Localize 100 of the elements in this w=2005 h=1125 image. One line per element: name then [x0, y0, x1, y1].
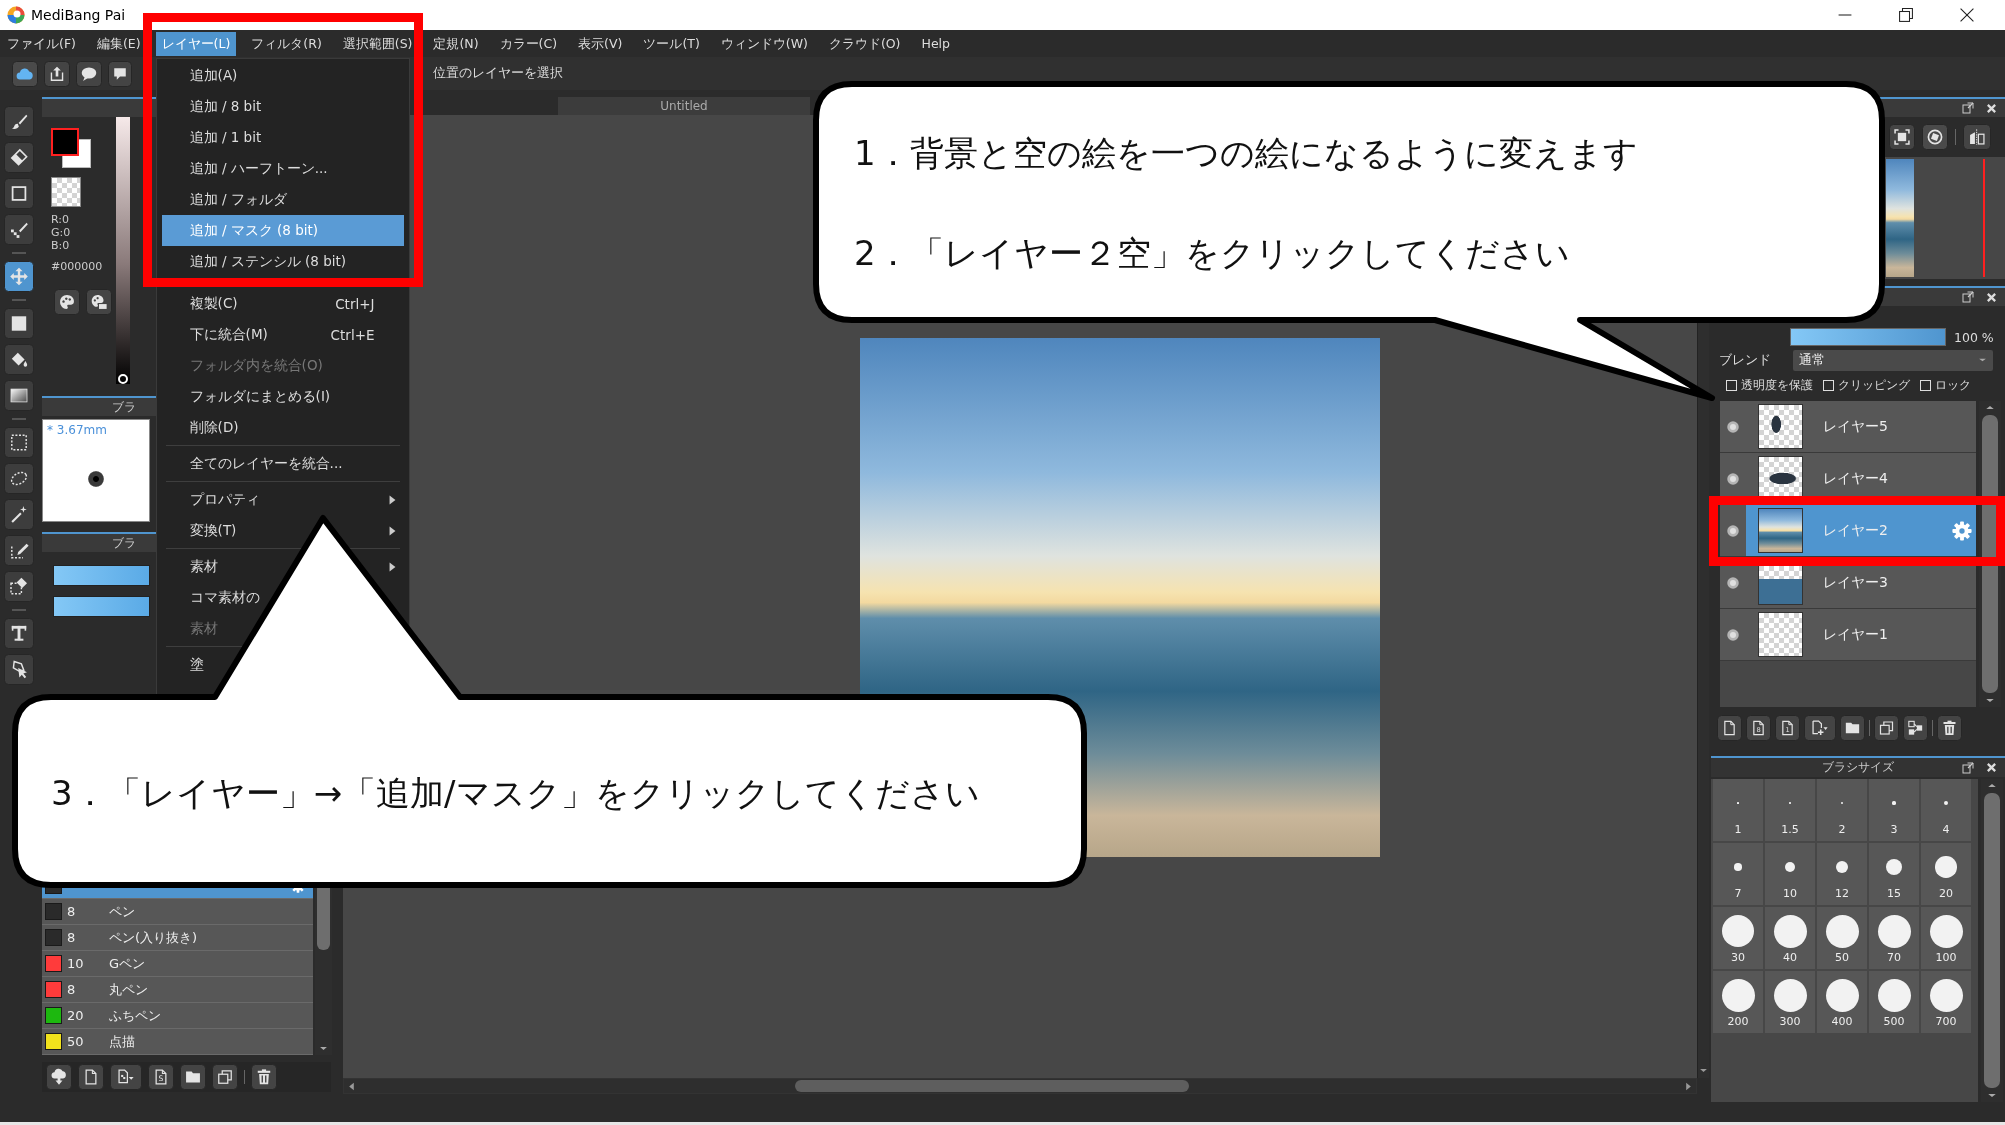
folder-icon[interactable]	[180, 1064, 206, 1090]
transparent-color-swatch[interactable]	[51, 177, 81, 207]
selection-pen-icon[interactable]	[4, 535, 34, 566]
brush-size-cell[interactable]: 500	[1869, 971, 1919, 1033]
restore-icon[interactable]	[1899, 8, 1913, 22]
scroll-down-arrow-icon[interactable]	[1699, 1067, 1708, 1074]
brush-size-cell[interactable]: 20	[1921, 843, 1971, 905]
menu-option[interactable]: 追加 / ステンシル (8 bit)	[161, 246, 405, 277]
eraser-icon[interactable]	[4, 142, 34, 173]
menu-item[interactable]: ツール(T)	[637, 31, 706, 56]
copy-icon[interactable]	[212, 1064, 238, 1090]
share-icon[interactable]	[44, 60, 70, 87]
menu-option[interactable]: フォルダにまとめる(I)	[161, 381, 405, 412]
brush-size-cell[interactable]: 70	[1869, 907, 1919, 969]
fit-screen-icon[interactable]	[1889, 124, 1915, 150]
brush-row[interactable]: 50 点描	[42, 1029, 313, 1055]
popout-icon[interactable]	[1962, 291, 1974, 303]
text-tool-icon[interactable]	[4, 618, 34, 649]
palette-settings-icon[interactable]	[86, 289, 112, 315]
brush-row[interactable]: 20 ふちペン	[42, 1003, 313, 1029]
foreground-background-color-icon[interactable]	[51, 128, 91, 168]
menu-item[interactable]: ウィンドウ(W)	[714, 31, 814, 56]
scroll-down-arrow-icon[interactable]	[1985, 697, 1995, 704]
brush-size-cell[interactable]: 300	[1765, 971, 1815, 1033]
scroll-down-arrow-icon[interactable]	[319, 1045, 328, 1052]
brush-size-cell[interactable]: 15	[1869, 843, 1919, 905]
brush-size-cell[interactable]: 12	[1817, 843, 1867, 905]
menu-option[interactable]: 全てのレイヤーを統合...	[161, 448, 405, 479]
lasso-icon[interactable]	[4, 463, 34, 494]
brush-size-cell[interactable]: 1.5	[1765, 779, 1815, 841]
checkbox-label[interactable]: ロック	[1935, 376, 1971, 394]
copy-icon[interactable]	[1874, 715, 1899, 741]
brush-size-cell[interactable]: 30	[1713, 907, 1763, 969]
menu-item[interactable]: フィルタ(R)	[245, 31, 328, 56]
brush-icon[interactable]	[4, 106, 34, 137]
brush-size-cell[interactable]: 3	[1869, 779, 1919, 841]
brightness-slider[interactable]	[116, 117, 130, 384]
layer-row[interactable]: レイヤー1	[1720, 609, 1976, 661]
pointer-icon[interactable]	[4, 654, 34, 685]
menu-item[interactable]: Help	[915, 31, 956, 56]
bucket-icon[interactable]	[4, 344, 34, 375]
menu-option[interactable]: 追加 / 8 bit	[161, 91, 405, 122]
blend-dropdown[interactable]: 通常	[1793, 349, 1993, 371]
flip-icon[interactable]	[1963, 124, 1991, 150]
gear-icon[interactable]	[1952, 520, 1972, 541]
brush-row[interactable]: 10 Gペン	[42, 951, 313, 977]
checkbox[interactable]	[1920, 379, 1931, 391]
menu-option[interactable]: 下に統合(M) Ctrl+E	[161, 319, 405, 350]
menu-item[interactable]: 表示(V)	[572, 31, 629, 56]
visibility-dot-icon[interactable]	[1727, 524, 1739, 537]
checkbox-label[interactable]: クリッピング	[1838, 376, 1910, 394]
magic-wand-icon[interactable]	[4, 499, 34, 530]
page-dropdown-icon[interactable]	[110, 1064, 142, 1090]
close-icon[interactable]	[1960, 8, 1974, 22]
dot-pen-icon[interactable]	[4, 214, 34, 245]
menu-item[interactable]: 定規(N)	[427, 31, 485, 56]
scroll-up-arrow-icon[interactable]	[1987, 782, 1997, 789]
layer-row[interactable]: レイヤー5	[1720, 401, 1976, 453]
horizontal-scrollbar[interactable]	[343, 1078, 1697, 1094]
brush-size-cell[interactable]: 700	[1921, 971, 1971, 1033]
trash-icon[interactable]	[251, 1064, 277, 1090]
visibility-dot-icon[interactable]	[1727, 472, 1739, 485]
rectangle-icon[interactable]	[4, 178, 34, 209]
brush-row[interactable]: 8 ペン(入り抜き)	[42, 925, 313, 951]
add-page-icon[interactable]	[1804, 715, 1836, 741]
brush-size-cell[interactable]: 1	[1713, 779, 1763, 841]
speech-bubble-icon[interactable]	[76, 60, 102, 87]
menu-item[interactable]: 選択範囲(S)	[336, 31, 419, 56]
popout-icon[interactable]	[1962, 102, 1974, 114]
brush-size-cell[interactable]: 7	[1713, 843, 1763, 905]
brush-row[interactable]: 8 丸ペン	[42, 977, 313, 1003]
brush-size-cell[interactable]: 10	[1765, 843, 1815, 905]
trash-icon[interactable]	[1937, 715, 1962, 741]
scroll-down-arrow-icon[interactable]	[1987, 1092, 1997, 1099]
menu-option[interactable]: プロパティ	[161, 484, 405, 515]
visibility-dot-icon[interactable]	[1727, 628, 1739, 641]
brush-size-cell[interactable]: 4	[1921, 779, 1971, 841]
checkbox[interactable]	[1726, 379, 1737, 391]
scrollbar-thumb[interactable]	[795, 1080, 1189, 1092]
menu-item[interactable]: カラー(C)	[493, 31, 564, 56]
scroll-right-arrow-icon[interactable]	[1685, 1081, 1692, 1091]
menu-option[interactable]: 素材	[161, 551, 405, 582]
menu-item[interactable]: 編集(E)	[90, 31, 147, 56]
slider-handle-icon[interactable]	[118, 374, 128, 384]
scroll-up-arrow-icon[interactable]	[1985, 404, 1995, 411]
page-icon[interactable]	[78, 1064, 104, 1090]
menu-option[interactable]: 追加 / ハーフトーン...	[161, 153, 405, 184]
selection-eraser-icon[interactable]	[4, 571, 34, 602]
document-tab[interactable]: Untitled	[558, 97, 810, 115]
brush-row[interactable]: 8 ペン	[42, 899, 313, 925]
filled-square-icon[interactable]	[4, 308, 34, 339]
visibility-dot-icon[interactable]	[1727, 420, 1739, 433]
menu-option[interactable]: 追加(A)	[161, 60, 405, 91]
menu-option[interactable]: 削除(D)	[161, 412, 405, 443]
visibility-dot-icon[interactable]	[1727, 576, 1739, 589]
palette-icon[interactable]	[54, 289, 80, 315]
rotate-icon[interactable]	[1922, 124, 1948, 150]
checkbox-label[interactable]: 透明度を保護	[1741, 376, 1813, 394]
merge-icon[interactable]	[1903, 715, 1928, 741]
brush-slider[interactable]	[53, 596, 150, 617]
